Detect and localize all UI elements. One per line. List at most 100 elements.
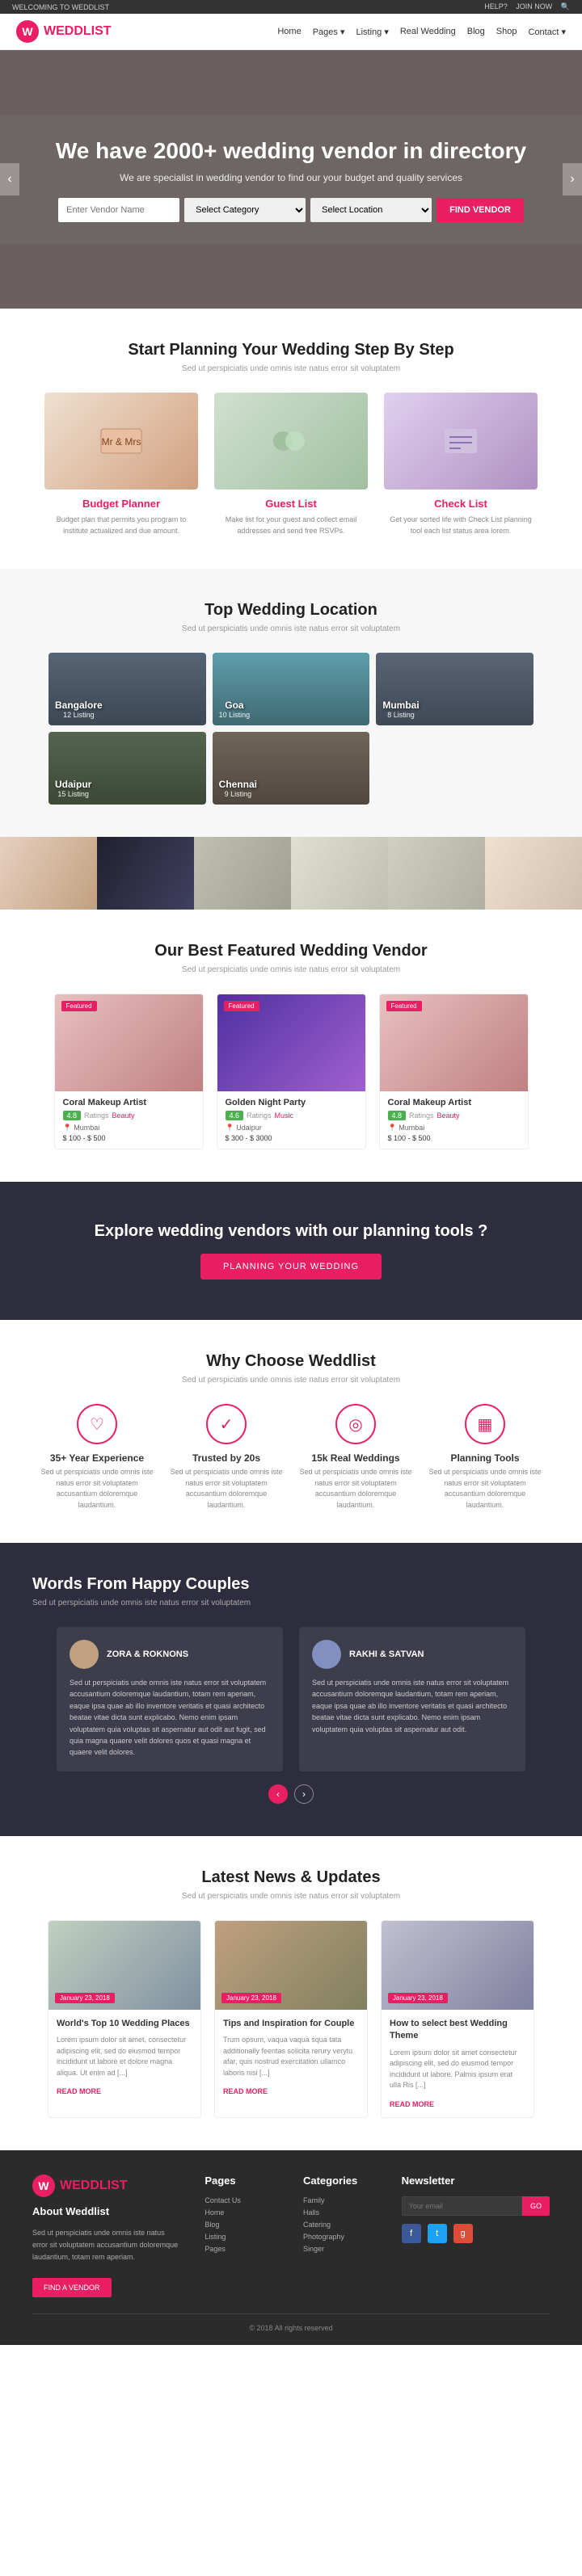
news-1-read-more[interactable]: READ MORE: [57, 2087, 101, 2095]
footer-link-blog[interactable]: Blog: [205, 2221, 279, 2229]
location-goa[interactable]: Goa 10 Listing: [213, 653, 370, 725]
footer-link-contact[interactable]: Contact Us: [205, 2196, 279, 2204]
news-2-read-more[interactable]: READ MORE: [223, 2087, 268, 2095]
join-now-link[interactable]: JOIN NOW: [516, 2, 552, 11]
news-card-2: January 23, 2018 Tips and Inspiration fo…: [214, 1920, 368, 2118]
vendor-3-location: 📍 Mumbai: [388, 1124, 520, 1133]
vendor-1-rating-text: Ratings: [84, 1112, 109, 1120]
news-3-title: How to select best Wedding Theme: [390, 2018, 525, 2043]
news-3-date: January 23, 2018: [388, 1993, 448, 2003]
why-subtitle: Sed ut perspiciatis unde omnis iste natu…: [32, 1376, 550, 1385]
newsletter-form: GO: [402, 2196, 550, 2216]
footer-link-home[interactable]: Home: [205, 2208, 279, 2217]
facebook-icon[interactable]: f: [402, 2224, 421, 2243]
nav-contact[interactable]: Contact ▾: [529, 27, 567, 37]
testimonial-cards-container: ZORA & ROKNONS Sed ut perspiciatis unde …: [32, 1627, 550, 1771]
testimonial-2-name-block: RAKHI & SATVAN: [349, 1649, 424, 1659]
planning-section: Start Planning Your Wedding Step By Step…: [0, 309, 582, 569]
location-chennai[interactable]: Chennai 9 Listing: [213, 732, 370, 805]
location-udaipur-label: Udaipur: [55, 779, 91, 790]
step-card-guest: Guest List Make list for your guest and …: [214, 393, 368, 536]
location-udaipur[interactable]: Udaipur 15 Listing: [48, 732, 206, 805]
news-3-info: How to select best Wedding Theme Lorem i…: [382, 2010, 534, 2117]
location-mumbai-label: Mumbai: [382, 700, 419, 711]
testimonial-1-text: Sed ut perspiciatis unde omnis iste natu…: [70, 1677, 270, 1759]
testimonial-next-btn[interactable]: ›: [294, 1784, 314, 1804]
newsletter-submit-button[interactable]: GO: [522, 2196, 550, 2216]
vendor-2-name: Golden Night Party: [226, 1098, 357, 1107]
location-bangalore-count: 12 Listing: [55, 711, 103, 719]
cta-text: Explore wedding vendors with our plannin…: [32, 1222, 550, 1241]
hero-section: ‹ We have 2000+ wedding vendor in direct…: [0, 50, 582, 309]
vendor-3-image: Featured: [380, 994, 528, 1091]
nav-blog[interactable]: Blog: [467, 27, 485, 37]
nav-home[interactable]: Home: [277, 27, 301, 37]
news-2-image: January 23, 2018: [215, 1921, 367, 2010]
location-select[interactable]: Select Location: [310, 198, 432, 222]
vendor-card-2[interactable]: Featured Golden Night Party 4.6 Ratings …: [217, 994, 366, 1149]
step-card-budget: Mr & Mrs Budget Planner Budget plan that…: [44, 393, 198, 536]
why-icon-experience: ♡: [77, 1404, 117, 1444]
photo-strip-5: [388, 837, 485, 910]
footer-link-pages[interactable]: Pages: [205, 2245, 279, 2253]
footer-categories-links: Family Halls Catering Photography Singer: [303, 2196, 377, 2253]
nav-shop[interactable]: Shop: [496, 27, 517, 37]
location-chennai-count: 9 Listing: [219, 790, 257, 798]
search-icon[interactable]: 🔍: [561, 2, 570, 11]
location-mumbai[interactable]: Mumbai 8 Listing: [376, 653, 534, 725]
google-icon[interactable]: g: [453, 2224, 473, 2243]
footer-cat-singer[interactable]: Singer: [303, 2245, 377, 2253]
why-icon-trusted: ✓: [206, 1404, 247, 1444]
location-bangalore-label: Bangalore: [55, 700, 103, 711]
footer-cat-photography[interactable]: Photography: [303, 2233, 377, 2241]
vendor-2-image: Featured: [217, 994, 365, 1091]
testimonials-section: Words From Happy Couples Sed ut perspici…: [0, 1543, 582, 1836]
why-item-weddings: ◎ 15k Real Weddings Sed ut perspiciatis …: [299, 1404, 412, 1511]
hero-prev-arrow[interactable]: ‹: [0, 163, 19, 195]
news-3-read-more[interactable]: READ MORE: [390, 2100, 434, 2108]
category-select[interactable]: Select Category: [184, 198, 306, 222]
location-bangalore[interactable]: Bangalore 12 Listing: [48, 653, 206, 725]
help-link[interactable]: HELP?: [484, 2, 508, 11]
newsletter-email-input[interactable]: [402, 2196, 522, 2216]
testimonial-2-text: Sed ut perspiciatis unde omnis iste natu…: [312, 1677, 512, 1735]
news-cards-container: January 23, 2018 World's Top 10 Wedding …: [32, 1920, 550, 2118]
why-title-tools: Planning Tools: [428, 1452, 542, 1464]
twitter-icon[interactable]: t: [428, 2224, 447, 2243]
logo[interactable]: W WEDDLIST: [16, 20, 112, 43]
check-list-text: Get your sorted life with Check List pla…: [384, 515, 538, 536]
vendor-card-1[interactable]: Featured Coral Makeup Artist 4.8 Ratings…: [54, 994, 204, 1149]
vendor-1-info: Coral Makeup Artist 4.8 Ratings Beauty 📍…: [55, 1091, 203, 1149]
nav-real-wedding[interactable]: Real Wedding: [400, 27, 456, 37]
footer-cat-family[interactable]: Family: [303, 2196, 377, 2204]
vendor-3-badge: Featured: [386, 1001, 422, 1011]
nav-listing[interactable]: Listing ▾: [356, 27, 388, 37]
hero-next-arrow[interactable]: ›: [563, 163, 582, 195]
testimonial-2-author: RAKHI & SATVAN: [312, 1640, 512, 1669]
testimonial-prev-btn[interactable]: ‹: [268, 1784, 288, 1804]
testimonial-card-1: ZORA & ROKNONS Sed ut perspiciatis unde …: [57, 1627, 283, 1771]
footer-find-vendor-button[interactable]: FIND A VENDOR: [32, 2278, 112, 2297]
nav-pages[interactable]: Pages ▾: [313, 27, 345, 37]
why-item-experience: ♡ 35+ Year Experience Sed ut perspiciati…: [40, 1404, 154, 1511]
vendor-card-3[interactable]: Featured Coral Makeup Artist 4.8 Ratings…: [379, 994, 529, 1149]
location-title: Top Wedding Location: [32, 601, 550, 620]
testimonial-navigation: ‹ ›: [32, 1784, 550, 1804]
footer-cat-halls[interactable]: Halls: [303, 2208, 377, 2217]
vendor-2-rating-row: 4.6 Ratings Music: [226, 1111, 357, 1120]
location-goa-bg: Goa 10 Listing: [213, 653, 370, 725]
vendor-3-info: Coral Makeup Artist 4.8 Ratings Beauty 📍…: [380, 1091, 528, 1149]
vendor-1-price: $ 100 - $ 500: [63, 1134, 195, 1142]
vendor-name-input[interactable]: [58, 198, 179, 222]
footer-link-listing[interactable]: Listing: [205, 2233, 279, 2241]
news-1-image: January 23, 2018: [48, 1921, 200, 2010]
find-vendor-button[interactable]: FIND VENDOR: [436, 198, 524, 222]
logo-text: WEDDLIST: [44, 24, 112, 39]
location-chennai-bg: Chennai 9 Listing: [213, 732, 370, 805]
why-section: Why Choose Weddlist Sed ut perspiciatis …: [0, 1320, 582, 1543]
planning-button[interactable]: PLANNING YOUR WEDDING: [200, 1254, 382, 1280]
news-2-info: Tips and Inspiration for Couple Trum ops…: [215, 2010, 367, 2104]
logo-icon: W: [16, 20, 39, 43]
vendor-2-info: Golden Night Party 4.6 Ratings Music 📍 U…: [217, 1091, 365, 1149]
footer-cat-catering[interactable]: Catering: [303, 2221, 377, 2229]
